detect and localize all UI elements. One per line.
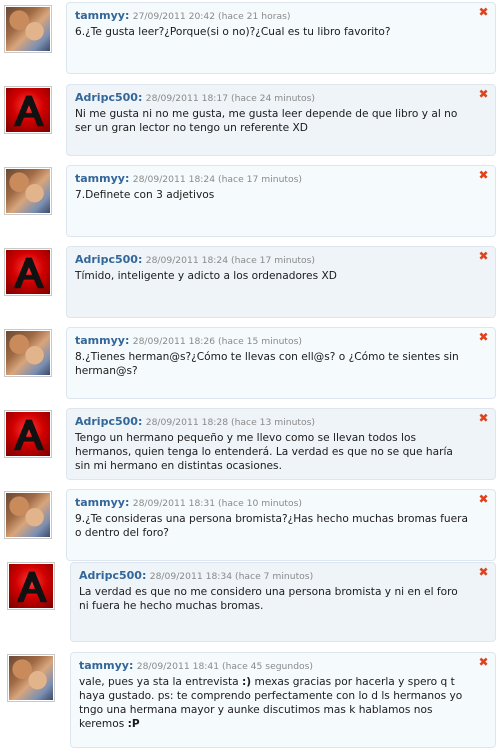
comment-timestamp: 28/09/2011 18:28 (hace 13 minutos) bbox=[145, 417, 316, 428]
delete-icon[interactable]: ✖ bbox=[478, 169, 489, 181]
comment-timestamp: 28/09/2011 18:41 (hace 45 segundos) bbox=[136, 661, 314, 672]
a-logo-icon bbox=[13, 257, 45, 289]
comment-text: Tengo un hermano pequeño y me llevo como… bbox=[75, 432, 453, 472]
user-avatar[interactable] bbox=[7, 562, 55, 610]
user-avatar[interactable] bbox=[4, 5, 52, 53]
delete-icon[interactable]: ✖ bbox=[478, 88, 489, 100]
delete-icon[interactable]: ✖ bbox=[478, 412, 489, 424]
comment-bubble: ✖ Adripc500: 28/09/2011 18:28 (hace 13 m… bbox=[66, 408, 496, 480]
delete-icon[interactable]: ✖ bbox=[478, 331, 489, 343]
smiley: :P bbox=[127, 718, 140, 730]
user-avatar[interactable] bbox=[4, 167, 52, 215]
delete-icon[interactable]: ✖ bbox=[478, 250, 489, 262]
comment-bubble: ✖ tammyy: 28/09/2011 18:31 (hace 10 minu… bbox=[66, 489, 496, 561]
user-avatar[interactable] bbox=[4, 491, 52, 539]
comment-text: 9.¿Te consideras una persona bromista?¿H… bbox=[75, 513, 468, 539]
comment-timestamp: 28/09/2011 18:26 (hace 15 minutos) bbox=[132, 336, 303, 347]
comment-text: Ni me gusta ni no me gusta, me gusta lee… bbox=[75, 108, 458, 134]
comment-bubble: ✖ tammyy: 28/09/2011 18:26 (hace 15 minu… bbox=[66, 327, 496, 399]
comment-author[interactable]: tammyy: bbox=[79, 659, 133, 672]
comment-timestamp: 28/09/2011 18:31 (hace 10 minutos) bbox=[132, 498, 303, 509]
comment-timestamp: 28/09/2011 18:24 (hace 17 minutos) bbox=[145, 255, 316, 266]
comment-author[interactable]: Adripc500: bbox=[75, 253, 142, 266]
comment-bubble: ✖ tammyy: 28/09/2011 18:24 (hace 17 minu… bbox=[66, 165, 496, 237]
comment-text: La verdad es que no me considero una per… bbox=[79, 586, 458, 612]
comment-text: 6.¿Te gusta leer?¿Porque(si o no)?¿Cual … bbox=[75, 26, 391, 38]
user-avatar[interactable] bbox=[7, 654, 55, 702]
comment-timestamp: 28/09/2011 18:17 (hace 24 minutos) bbox=[145, 93, 316, 104]
comment-author[interactable]: tammyy: bbox=[75, 9, 129, 22]
user-avatar[interactable] bbox=[4, 86, 52, 134]
comment-author[interactable]: Adripc500: bbox=[79, 569, 146, 582]
comment-text: 8.¿Tienes herman@s?¿Cómo te llevas con e… bbox=[75, 351, 459, 377]
comment-text: vale, pues ya sta la entrevista :) mexas… bbox=[79, 675, 469, 731]
delete-icon[interactable]: ✖ bbox=[478, 566, 489, 578]
user-avatar[interactable] bbox=[4, 410, 52, 458]
comment-timestamp: 28/09/2011 18:34 (hace 7 minutos) bbox=[149, 571, 314, 582]
a-logo-icon bbox=[13, 95, 45, 127]
comment-bubble: ✖ Adripc500: 28/09/2011 18:24 (hace 17 m… bbox=[66, 246, 496, 318]
delete-icon[interactable]: ✖ bbox=[478, 656, 489, 668]
comment-bubble: ✖ tammyy: 27/09/2011 20:42 (hace 21 hora… bbox=[66, 2, 496, 74]
delete-icon[interactable]: ✖ bbox=[478, 493, 489, 505]
comment-text: 7.Definete con 3 adjetivos bbox=[75, 189, 215, 201]
smiley: :) bbox=[242, 676, 252, 688]
user-avatar[interactable] bbox=[4, 329, 52, 377]
comment-author[interactable]: tammyy: bbox=[75, 172, 129, 185]
comment-author[interactable]: Adripc500: bbox=[75, 415, 142, 428]
comment-author[interactable]: tammyy: bbox=[75, 496, 129, 509]
comment-text: Tímido, inteligente y adicto a los orden… bbox=[75, 270, 337, 282]
a-logo-icon bbox=[13, 419, 45, 451]
comment-bubble: ✖ tammyy: 28/09/2011 18:41 (hace 45 segu… bbox=[70, 652, 496, 748]
comment-text-part: vale, pues ya sta la entrevista bbox=[79, 676, 243, 688]
delete-icon[interactable]: ✖ bbox=[478, 6, 489, 18]
comment-bubble: ✖ Adripc500: 28/09/2011 18:34 (hace 7 mi… bbox=[70, 562, 496, 642]
comment-timestamp: 27/09/2011 20:42 (hace 21 horas) bbox=[132, 11, 291, 22]
comment-author[interactable]: tammyy: bbox=[75, 334, 129, 347]
comment-timestamp: 28/09/2011 18:24 (hace 17 minutos) bbox=[132, 174, 303, 185]
comment-bubble: ✖ Adripc500: 28/09/2011 18:17 (hace 24 m… bbox=[66, 84, 496, 156]
user-avatar[interactable] bbox=[4, 248, 52, 296]
comment-author[interactable]: Adripc500: bbox=[75, 91, 142, 104]
a-logo-icon bbox=[16, 571, 48, 603]
